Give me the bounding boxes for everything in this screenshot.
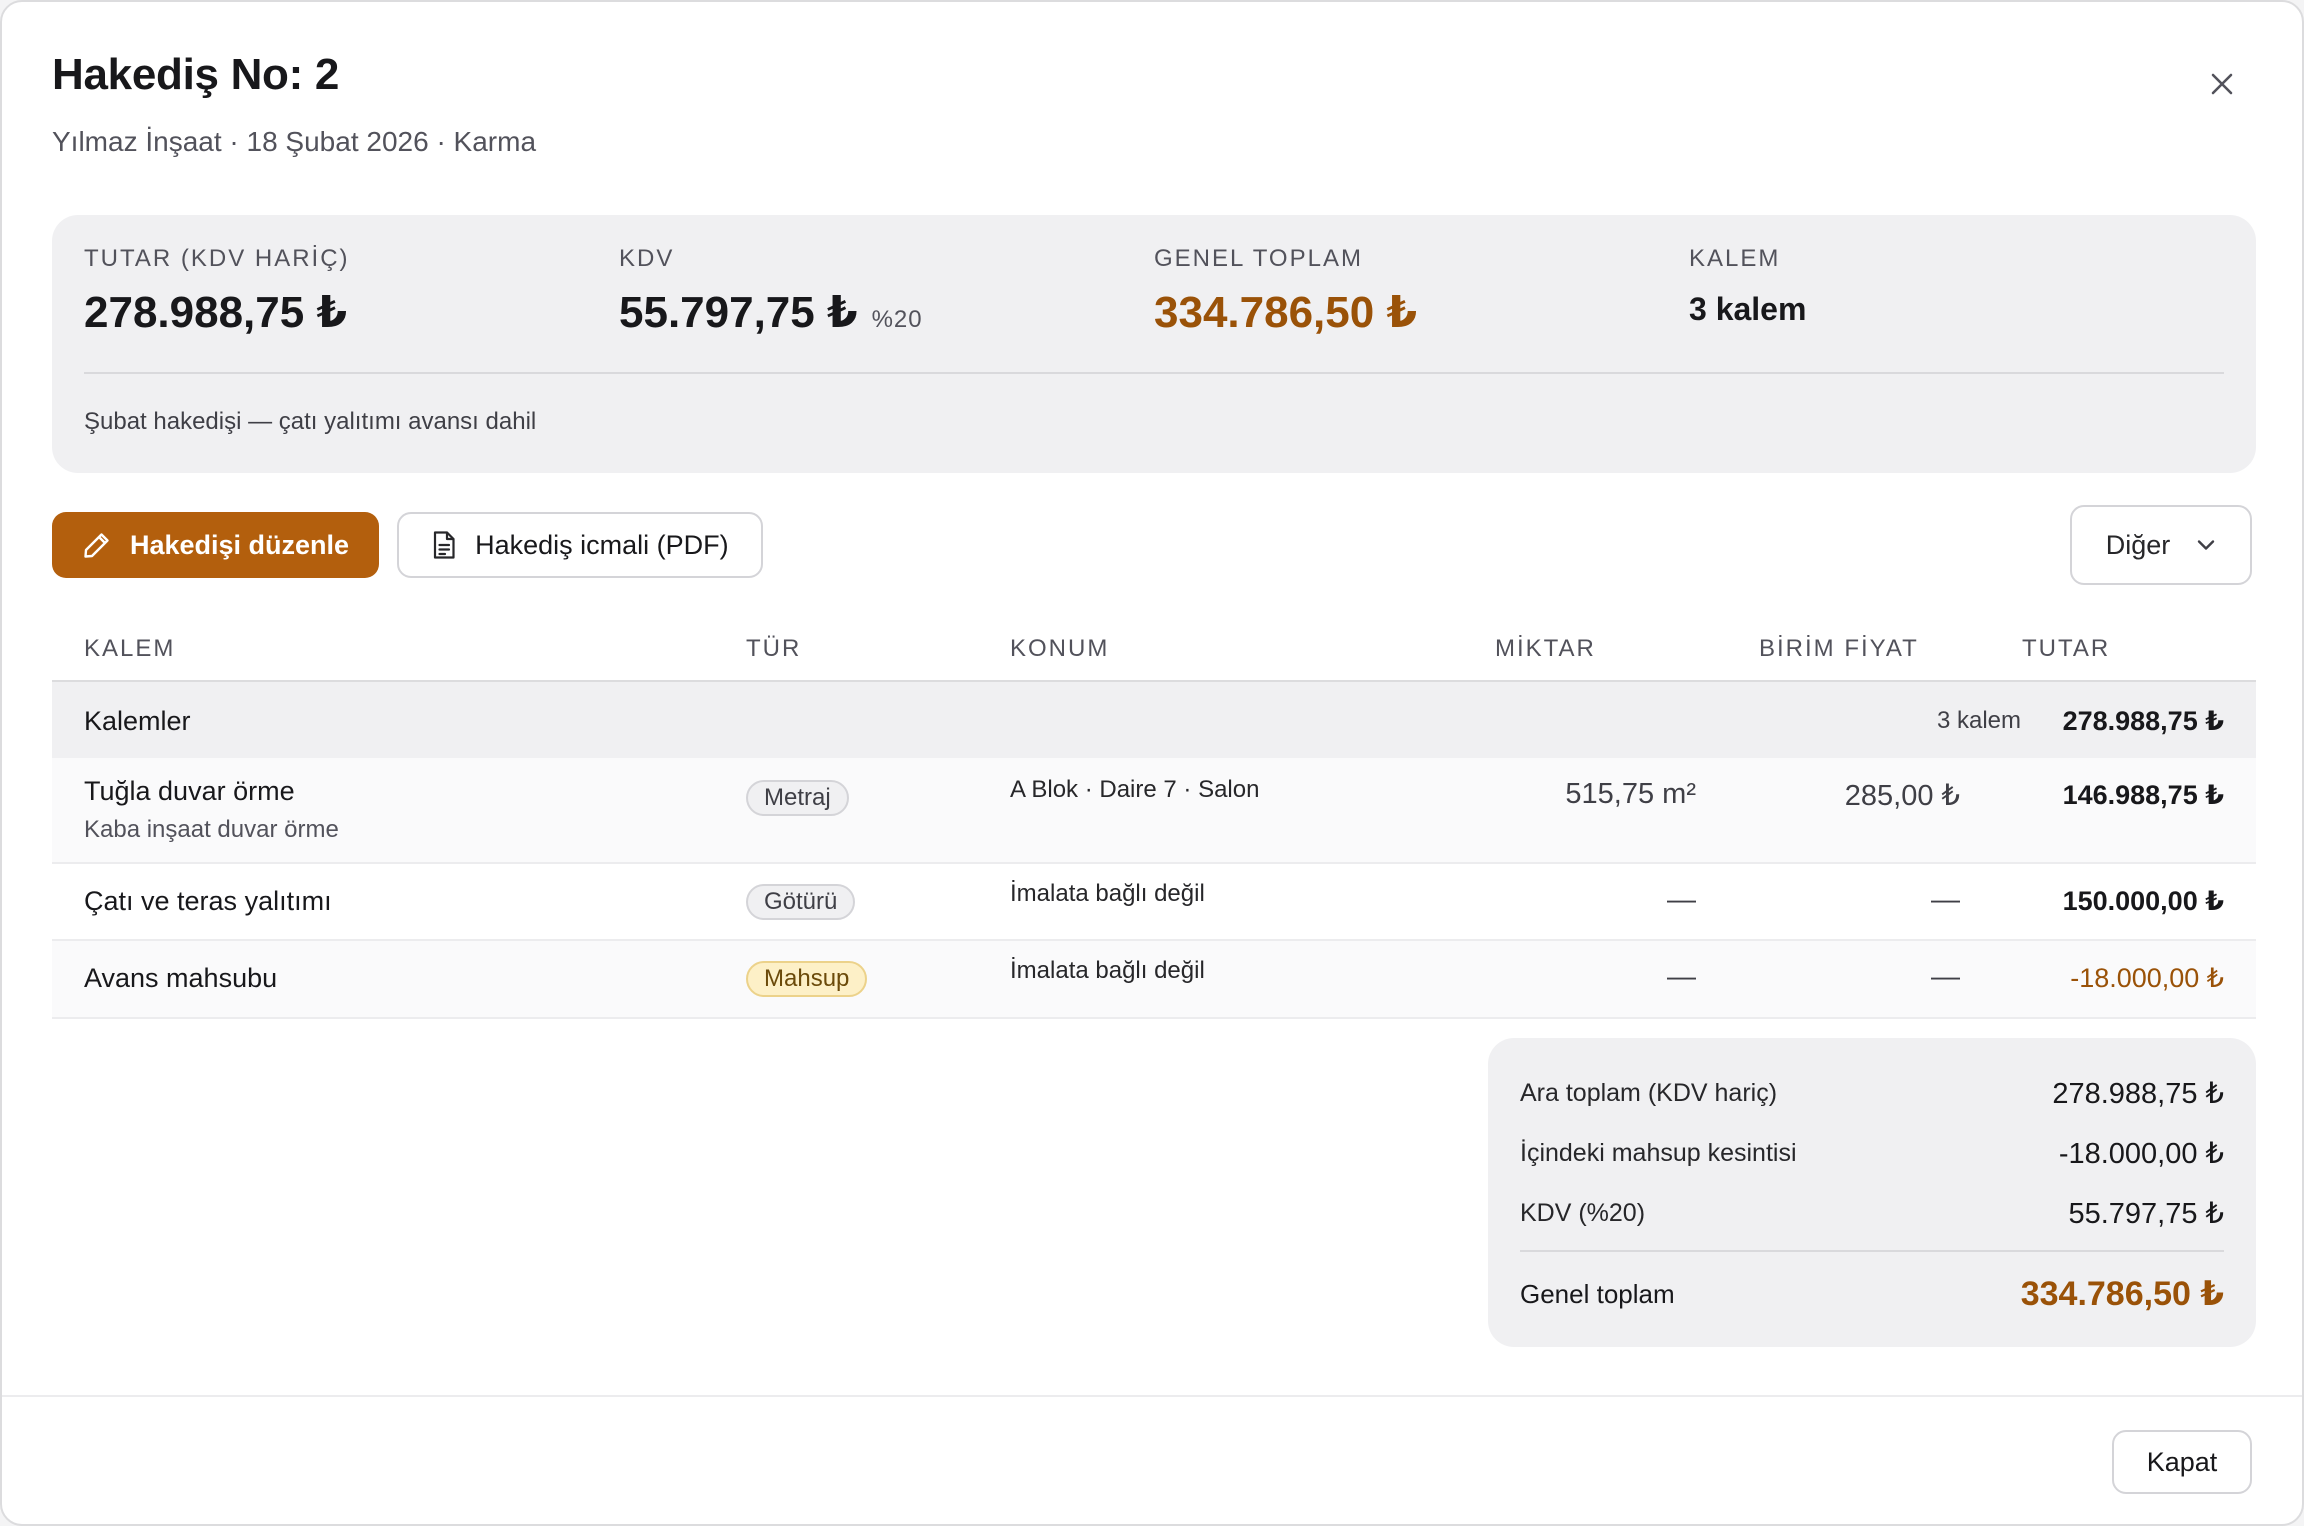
hakedis-detail-dialog: Hakediş No: 2 Yılmaz İnşaat · 18 Şubat 2… (0, 0, 2304, 1526)
item-location: A Blok · Daire 7 · Salon (1010, 776, 1260, 803)
stat-label: KALEM (1689, 245, 1781, 272)
stat-value-row: 55.797,75 ₺ %20 (619, 287, 1154, 338)
item-quantity: 515,75 m² (1565, 778, 1696, 810)
vat-value: 55.797,75 ₺ (2068, 1198, 2224, 1230)
pdf-summary-label: Hakediş icmali (PDF) (475, 529, 729, 560)
close-dialog-button[interactable]: Kapat (2112, 1430, 2252, 1494)
stat-label: GENEL TOPLAM (1154, 245, 1363, 272)
vat-row: KDV (%20) 55.797,75 ₺ (1520, 1196, 2224, 1231)
grand-total-label: Genel toplam (1520, 1278, 1675, 1309)
column-header-type: TÜR (746, 635, 802, 662)
column-header-total: TUTAR (2022, 635, 2111, 662)
stat-amount-excl-vat: TUTAR (KDV HARİÇ) 278.988,75 ₺ (84, 245, 619, 338)
deduction-row: İçindeki mahsup kesintisi -18.000,00 ₺ (1520, 1136, 2224, 1171)
vat-label: KDV (%20) (1520, 1199, 1646, 1227)
item-name: Tuğla duvar örme (84, 776, 295, 806)
item-unit-price: 285,00 ₺ (1844, 780, 1960, 812)
pdf-summary-button[interactable]: Hakediş icmali (PDF) (397, 512, 763, 578)
action-bar: Hakedişi düzenle Hakediş icmali (PDF) (52, 512, 763, 578)
item-location: İmalata bağlı değil (1010, 957, 1205, 984)
stat-value: 278.988,75 ₺ (84, 288, 348, 337)
more-dropdown-button[interactable]: Diğer (2070, 505, 2252, 585)
edit-hakedis-label: Hakedişi düzenle (130, 529, 350, 560)
type-badge: Götürü (746, 884, 856, 920)
divider (1520, 1250, 2224, 1252)
column-header-name: KALEM (84, 635, 176, 662)
grand-total-row: Genel toplam 334.786,50 ₺ (1520, 1274, 2224, 1314)
column-header-location: KONUM (1010, 635, 1110, 662)
dialog-title: Hakediş No: 2 (52, 50, 340, 99)
column-header-quantity: MİKTAR (1495, 635, 1596, 662)
stat-value: 55.797,75 ₺ (619, 288, 858, 337)
subtotal-row: Ara toplam (KDV hariç) 278.988,75 ₺ (1520, 1076, 2224, 1111)
stat-grand-total: GENEL TOPLAM 334.786,50 ₺ (1154, 245, 1689, 338)
pencil-icon (82, 530, 112, 560)
grand-total-value: 334.786,50 ₺ (2020, 1275, 2224, 1313)
table-group-row: Kalemler 3 kalem 278.988,75 ₺ (52, 682, 2256, 758)
stat-label: KDV (619, 245, 675, 272)
deduction-value: -18.000,00 ₺ (2058, 1138, 2224, 1170)
item-quantity: — (1667, 961, 1696, 993)
summary-stats: TUTAR (KDV HARİÇ) 278.988,75 ₺ KDV 55.79… (84, 245, 2224, 338)
items-table: KALEM TÜR KONUM MİKTAR BİRİM FİYAT TUTAR… (52, 618, 2256, 1019)
stat-value: 3 kalem (1689, 291, 1807, 327)
chevron-down-icon (2196, 539, 2216, 551)
item-quantity: — (1667, 884, 1696, 916)
type-badge: Metraj (746, 780, 849, 816)
item-location: İmalata bağlı değil (1010, 880, 1205, 907)
type-badge: Mahsup (746, 961, 868, 997)
document-icon (431, 530, 457, 560)
item-description: Kaba inşaat duvar örme (84, 816, 339, 843)
item-total: -18.000,00 ₺ (2070, 963, 2224, 993)
stat-label: TUTAR (KDV HARİÇ) (84, 245, 350, 272)
dialog-header: Hakediş No: 2 Yılmaz İnşaat · 18 Şubat 2… (52, 50, 536, 158)
group-total: 278.988,75 ₺ (2062, 706, 2224, 736)
item-unit-price: — (1931, 884, 1960, 916)
vat-rate: %20 (871, 306, 923, 333)
subtotal-value: 278.988,75 ₺ (2052, 1078, 2224, 1110)
totals-panel: Ara toplam (KDV hariç) 278.988,75 ₺ İçin… (1488, 1038, 2256, 1347)
item-total: 146.988,75 ₺ (2062, 780, 2224, 810)
item-total: 150.000,00 ₺ (2062, 886, 2224, 916)
item-unit-price: — (1931, 961, 1960, 993)
table-header: KALEM TÜR KONUM MİKTAR BİRİM FİYAT TUTAR (52, 618, 2256, 682)
footer-divider (2, 1395, 2302, 1397)
stat-vat: KDV 55.797,75 ₺ %20 (619, 245, 1154, 338)
edit-hakedis-button[interactable]: Hakedişi düzenle (52, 512, 380, 578)
item-name: Çatı ve teras yalıtımı (84, 886, 332, 916)
stat-value: 334.786,50 ₺ (1154, 288, 1418, 337)
subtotal-label: Ara toplam (KDV hariç) (1520, 1079, 1778, 1107)
close-button[interactable] (2200, 62, 2244, 106)
close-icon (2209, 71, 2235, 97)
divider (84, 372, 2224, 374)
column-header-unit-price: BİRİM FİYAT (1759, 635, 1919, 662)
group-label: Kalemler (84, 706, 191, 736)
more-label: Diğer (2105, 529, 2171, 560)
stat-item-count: KALEM 3 kalem (1689, 245, 2224, 338)
table-row[interactable]: Avans mahsubu Mahsup İmalata bağlı değil… (52, 941, 2256, 1019)
summary-panel: TUTAR (KDV HARİÇ) 278.988,75 ₺ KDV 55.79… (52, 215, 2256, 473)
table-row[interactable]: Çatı ve teras yalıtımı Götürü İmalata ba… (52, 864, 2256, 941)
dialog-subtitle: Yılmaz İnşaat · 18 Şubat 2026 · Karma (52, 126, 537, 157)
deduction-label: İçindeki mahsup kesintisi (1520, 1139, 1797, 1167)
table-row[interactable]: Tuğla duvar örme Kaba inşaat duvar örme … (52, 758, 2256, 864)
item-name: Avans mahsubu (84, 963, 278, 993)
summary-note: Şubat hakedişi — çatı yalıtımı avansı da… (84, 408, 537, 435)
group-count: 3 kalem (1936, 707, 2021, 734)
